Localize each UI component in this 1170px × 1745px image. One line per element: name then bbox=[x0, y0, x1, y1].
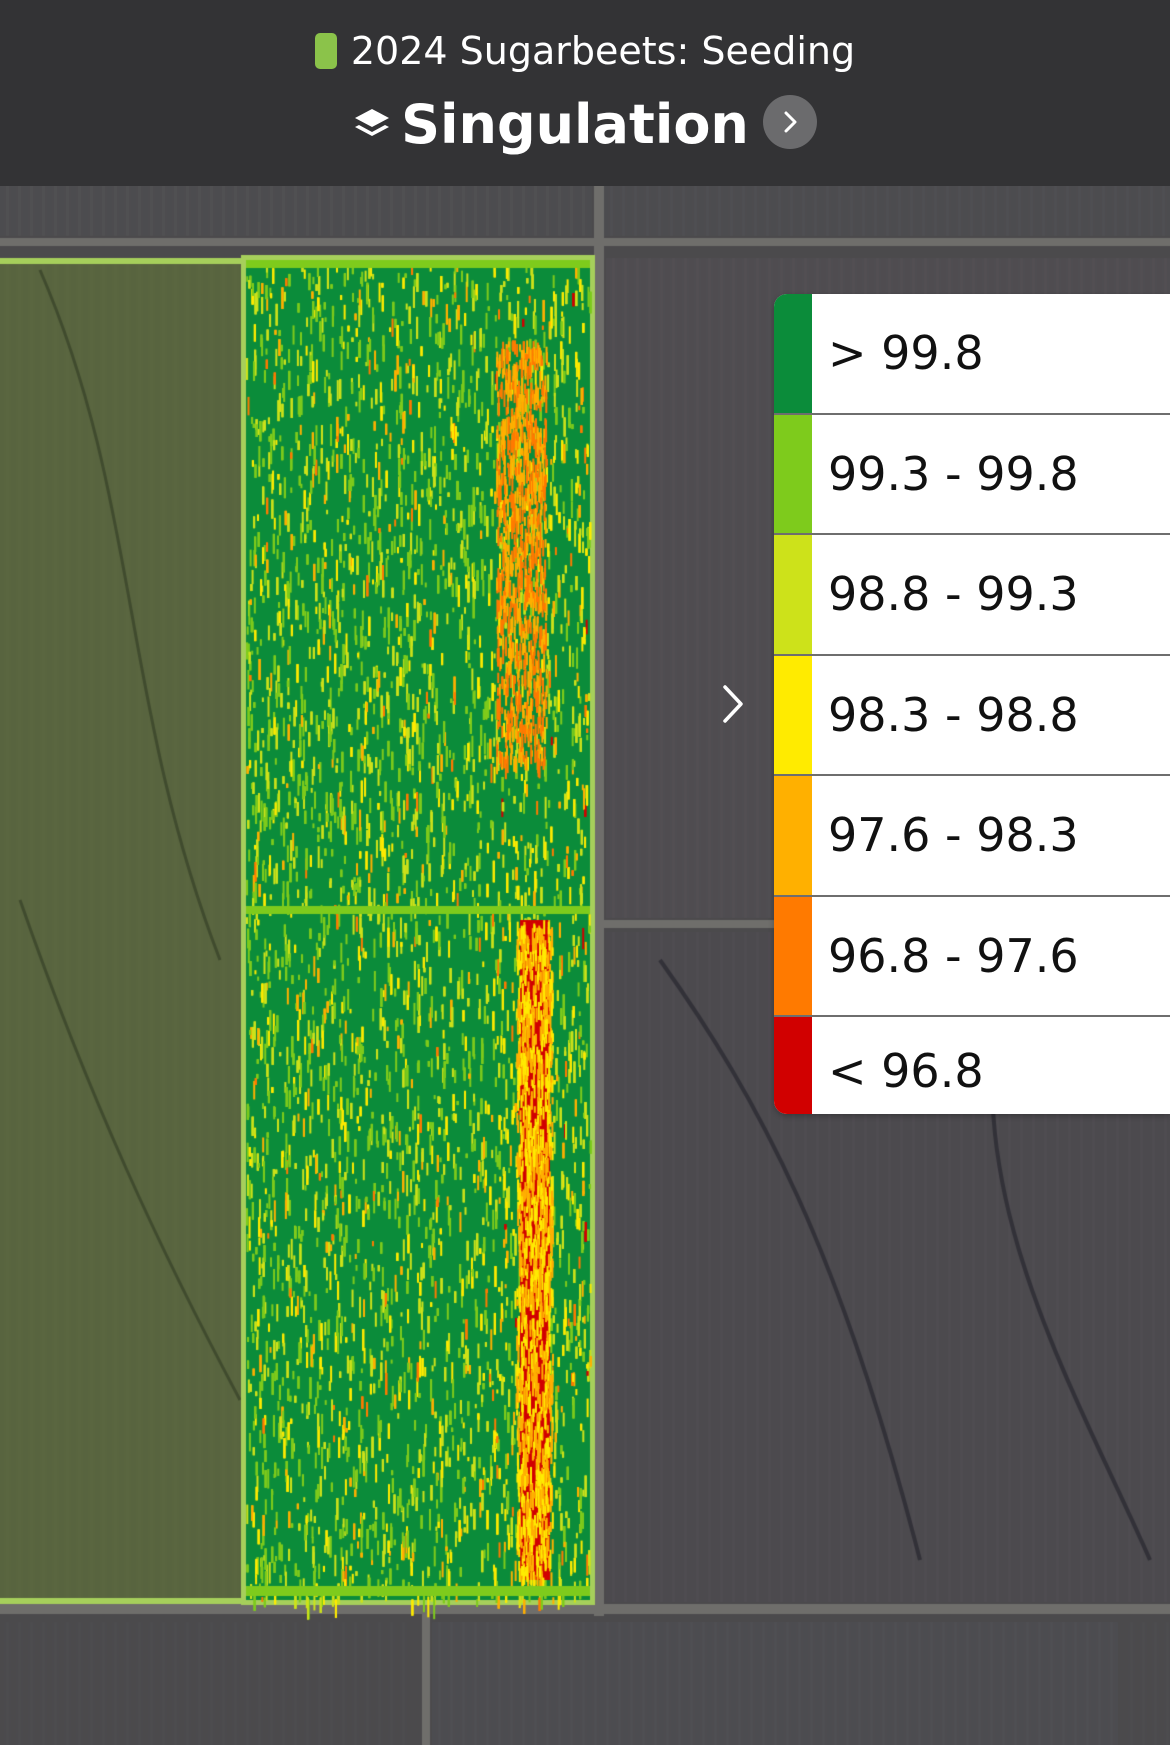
legend-swatch bbox=[774, 535, 812, 654]
legend-item: 97.6 - 98.3 bbox=[774, 776, 1170, 897]
header: 2024 Sugarbeets: Seeding Singulation bbox=[0, 0, 1170, 186]
chevron-right-icon bbox=[723, 685, 743, 723]
legend-label: 99.3 - 99.8 bbox=[828, 446, 1079, 501]
legend-label: > 99.8 bbox=[828, 326, 984, 381]
legend-item: > 99.8 bbox=[774, 294, 1170, 415]
crop-layer-label: 2024 Sugarbeets: Seeding bbox=[350, 29, 856, 73]
legend-swatch bbox=[774, 776, 812, 895]
crop-layer-selector[interactable]: 2024 Sugarbeets: Seeding bbox=[0, 26, 1170, 76]
legend-label: 96.8 - 97.6 bbox=[828, 928, 1079, 983]
next-layer-button[interactable] bbox=[762, 95, 817, 149]
legend-item: 98.3 - 98.8 bbox=[774, 655, 1170, 776]
legend-label: 98.8 - 99.3 bbox=[828, 567, 1079, 622]
legend-label: 97.6 - 98.3 bbox=[828, 808, 1079, 863]
layers-icon bbox=[353, 96, 391, 162]
legend-label: < 96.8 bbox=[828, 1043, 984, 1098]
legend-item: 99.3 - 99.8 bbox=[774, 414, 1170, 535]
legend-panel: > 99.8 99.3 - 99.8 98.8 - 99.3 98.3 - 98… bbox=[774, 294, 1170, 1114]
legend-swatch bbox=[774, 896, 812, 1015]
chevron-right-icon bbox=[784, 111, 797, 133]
legend-item: < 96.8 bbox=[774, 1017, 1170, 1114]
layer-title: Singulation bbox=[401, 93, 749, 156]
legend-item: 96.8 - 97.6 bbox=[774, 896, 1170, 1017]
legend-item: 98.8 - 99.3 bbox=[774, 535, 1170, 656]
legend-swatch bbox=[774, 655, 812, 774]
legend-swatch bbox=[774, 414, 812, 533]
legend-collapse-toggle[interactable] bbox=[720, 682, 746, 726]
layer-title-row[interactable]: Singulation bbox=[0, 92, 1170, 162]
legend-swatch bbox=[774, 294, 812, 413]
crop-color-swatch bbox=[314, 33, 337, 69]
legend-label: 98.3 - 98.8 bbox=[828, 687, 1079, 742]
legend-swatch bbox=[774, 1017, 812, 1114]
